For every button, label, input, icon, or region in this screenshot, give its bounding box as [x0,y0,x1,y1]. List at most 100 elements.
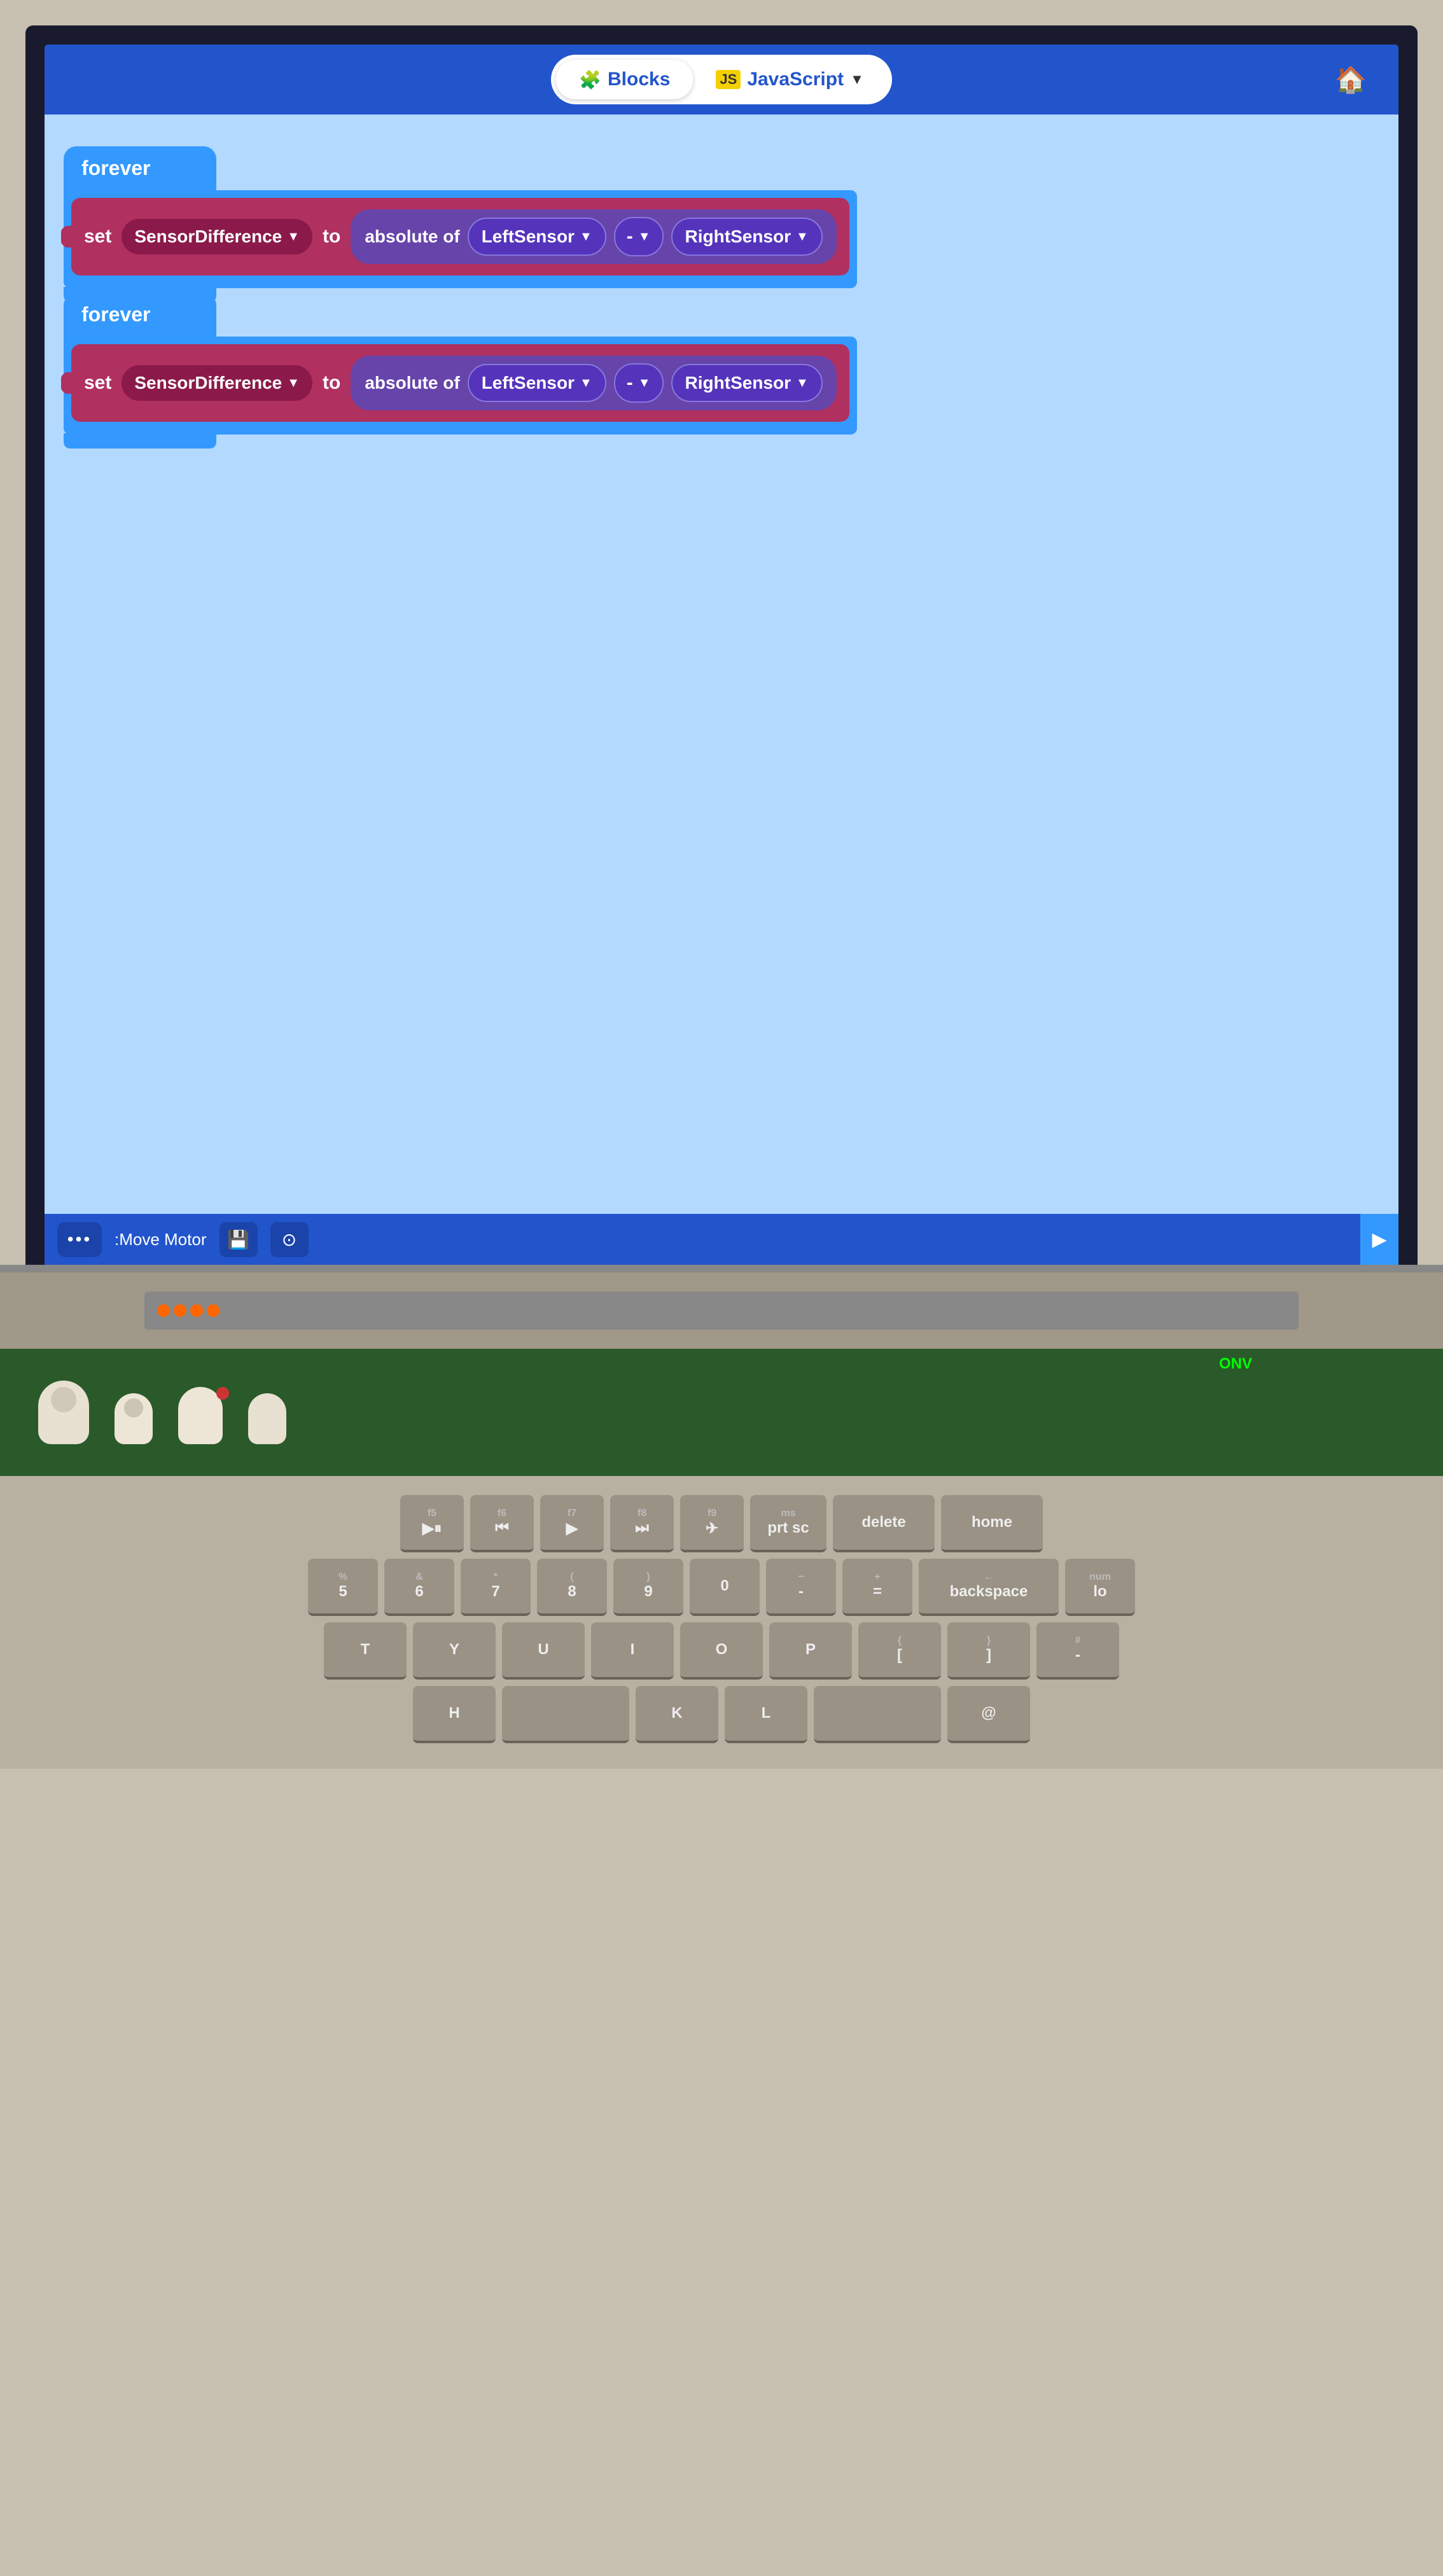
key-f6[interactable]: f6⏮ [470,1495,534,1552]
js-dropdown-arrow: ▼ [850,71,864,88]
to-label-2: to [323,372,340,394]
operator-arrow-1: ▼ [638,230,651,244]
key-space2[interactable] [814,1686,941,1743]
key-k[interactable]: K [636,1686,718,1743]
forever-label-1: forever [81,157,151,180]
left-sensor-arrow-2: ▼ [580,376,592,391]
tab-javascript[interactable]: JS JavaScript ▼ [693,60,886,99]
left-sensor-label-2: LeftSensor [482,373,575,393]
left-sensor-dropdown-1[interactable]: LeftSensor ▼ [468,218,606,256]
key-t[interactable]: T [324,1622,407,1680]
to-label-1: to [323,226,340,247]
home-button[interactable]: 🏠 [1328,57,1373,102]
operator-arrow-2: ▼ [638,376,651,391]
key-backspace[interactable]: ←backspace [919,1559,1059,1616]
key-7[interactable]: *7 [461,1559,531,1616]
dots-icon: ••• [67,1229,92,1250]
key-prtsc[interactable]: msprt sc [750,1495,826,1552]
operator-dropdown-2[interactable]: - ▼ [614,363,664,403]
run-icon: ▶ [1372,1229,1386,1251]
key-hash[interactable]: #- [1036,1622,1119,1680]
hinge-area [0,1272,1443,1349]
laptop-screen-area: ||| 🧩 Blocks JS JavaScript ▼ [0,0,1443,1272]
variable-name-2: SensorDifference [134,373,282,393]
github-icon: ⊙ [282,1229,296,1250]
run-button[interactable]: ▶ [1360,1214,1398,1265]
bottom-toolbar: ••• :Move Motor 💾 ⊙ ▶ [45,1214,1398,1265]
save-icon: 💾 [227,1229,249,1250]
key-5[interactable]: %5 [308,1559,378,1616]
key-l[interactable]: L [725,1686,807,1743]
project-name-label: :Move Motor [115,1230,207,1250]
right-sensor-label-2: RightSensor [685,373,791,393]
key-f9[interactable]: f9✈ [680,1495,744,1552]
components-strip: ONV [0,1349,1443,1476]
key-f7[interactable]: f7▶ [540,1495,604,1552]
key-space1[interactable] [502,1686,629,1743]
left-sensor-arrow-1: ▼ [580,230,592,244]
key-bracket-open[interactable]: {[ [858,1622,941,1680]
key-delete[interactable]: delete [833,1495,935,1552]
right-sensor-arrow-1: ▼ [796,230,809,244]
block-group-1: forever set SensorDifference [64,146,857,302]
forever-label-2: forever [81,303,151,326]
key-y[interactable]: Y [413,1622,496,1680]
left-sensor-dropdown-2[interactable]: LeftSensor ▼ [468,364,606,402]
key-at[interactable]: @ [947,1686,1030,1743]
absolute-label-2: absolute of [365,373,459,393]
key-9[interactable]: )9 [613,1559,683,1616]
nav-bar: 🧩 Blocks JS JavaScript ▼ 🏠 [45,45,1398,115]
key-bracket-close[interactable]: }] [947,1622,1030,1680]
onv-label: ONV [1219,1355,1252,1373]
key-o[interactable]: O [680,1622,763,1680]
sensor-difference-dropdown-1[interactable]: SensorDifference ▼ [122,219,312,254]
set-label-2: set [84,372,111,394]
set-label-1: set [84,226,111,247]
key-f5[interactable]: f5▶⏸ [400,1495,464,1552]
key-u[interactable]: U [502,1622,585,1680]
laptop-keyboard-area: ONV f5▶⏸ f6⏮ f7▶ f8⏭ f9✈ msprt sc delete [0,1272,1443,2576]
nav-tabs: 🧩 Blocks JS JavaScript ▼ [551,55,892,104]
figurines-area [0,1368,324,1457]
key-p[interactable]: P [769,1622,852,1680]
key-f8[interactable]: f8⏭ [610,1495,674,1552]
key-home[interactable]: home [941,1495,1043,1552]
fn-key-row: f5▶⏸ f6⏮ f7▶ f8⏭ f9✈ msprt sc delete hom… [13,1495,1430,1552]
left-sensor-label-1: LeftSensor [482,226,575,247]
key-8[interactable]: (8 [537,1559,607,1616]
key-numlock[interactable]: numlo [1065,1559,1135,1616]
forever-block-2: forever set SensorDifference ▼ [64,293,857,449]
save-button[interactable]: 💾 [220,1222,258,1257]
variable-name-1: SensorDifference [134,226,282,247]
keyboard: f5▶⏸ f6⏮ f7▶ f8⏭ f9✈ msprt sc delete hom… [0,1476,1443,1769]
js-icon: JS [716,70,741,89]
key-minus[interactable]: −- [766,1559,836,1616]
mid-letter-row: H K L @ [13,1686,1430,1743]
js-label: JavaScript [747,69,844,90]
screen-bezel: 🧩 Blocks JS JavaScript ▼ 🏠 [25,25,1418,1265]
right-sensor-dropdown-1[interactable]: RightSensor ▼ [671,218,823,256]
github-button[interactable]: ⊙ [270,1222,309,1257]
key-equals[interactable]: += [842,1559,912,1616]
sensor-difference-dropdown-2[interactable]: SensorDifference ▼ [122,365,312,401]
screen-content: 🧩 Blocks JS JavaScript ▼ 🏠 [45,45,1398,1265]
key-0[interactable]: 0 [690,1559,760,1616]
operator-dropdown-1[interactable]: - ▼ [614,217,664,256]
right-sensor-dropdown-2[interactable]: RightSensor ▼ [671,364,823,402]
right-sensor-label-1: RightSensor [685,226,791,247]
key-h[interactable]: H [413,1686,496,1743]
block-group-2: forever set SensorDifference ▼ [64,293,857,449]
key-i[interactable]: I [591,1622,674,1680]
variable-arrow-2: ▼ [287,376,300,391]
right-sensor-arrow-2: ▼ [796,376,809,391]
absolute-label-1: absolute of [365,226,459,247]
dots-button[interactable]: ••• [57,1222,102,1257]
forever-block-1: forever set SensorDifference [64,146,857,302]
absolute-block-2: absolute of LeftSensor ▼ - ▼ [351,356,836,410]
tab-blocks[interactable]: 🧩 Blocks [556,60,693,99]
key-6[interactable]: &6 [384,1559,454,1616]
variable-arrow-1: ▼ [287,230,300,244]
top-letter-row: T Y U I O P {[ }] #- [13,1622,1430,1680]
home-icon: 🏠 [1335,65,1367,95]
num-key-row: %5 &6 *7 (8 )9 0 −- += ←backspace numlo [13,1559,1430,1616]
